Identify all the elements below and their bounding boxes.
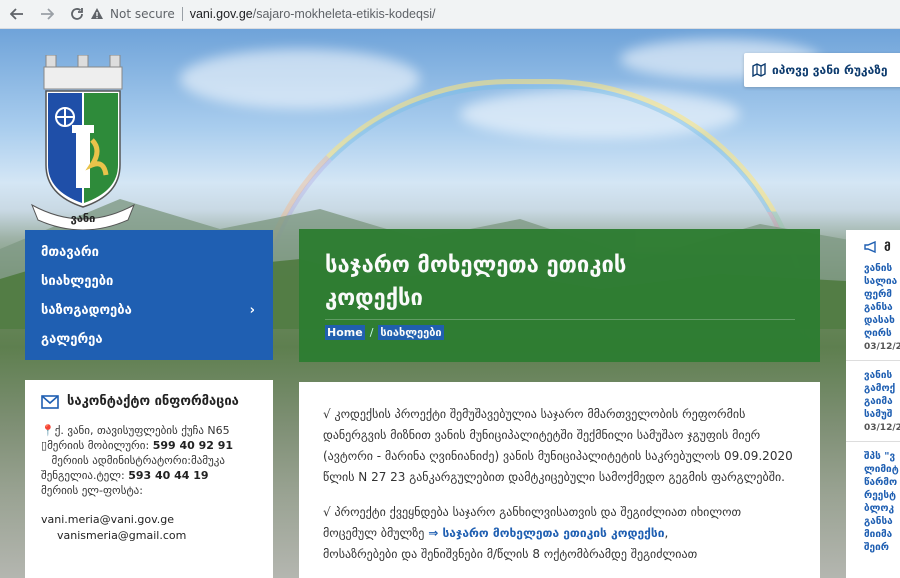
back-arrow-icon[interactable]: [4, 1, 30, 27]
nav-item-gallery[interactable]: გალერეა: [25, 325, 273, 354]
warning-icon: [91, 8, 103, 19]
contact-email-2[interactable]: vanismeria@gmail.com: [41, 528, 257, 544]
logo-town-name: ვანი: [71, 212, 96, 225]
vani-coat-of-arms-logo: ვანი: [31, 55, 135, 230]
article-paragraph-2: √ პროექტი ქვეყნდება საჯარო განხილვისათვი…: [323, 505, 742, 561]
megaphone-icon: [864, 241, 876, 253]
url-path: /sajaro-mokheleta-etikis-kodeqsi/: [252, 7, 436, 21]
news-sidebar: მ ვანის სალია ფერმ განსა დასახ ღირს 03/1…: [846, 230, 900, 578]
url-host: vani.gov.ge: [189, 7, 253, 21]
contact-info-panel: საკონტაქტო ინფორმაცია 📍ქ. ვანი, თავისუფლ…: [25, 380, 273, 578]
article-body: √ კოდექსის პროექტი შემუშავებულია საჯარო …: [299, 382, 820, 578]
find-on-map-button[interactable]: იპოვე ვანი რუკაზე: [744, 53, 900, 87]
contact-heading: საკონტაქტო ინფორმაცია: [41, 394, 257, 409]
page-title: საჯარო მოხელეთა ეთიკის კოდექსი: [325, 253, 627, 311]
nav-item-home[interactable]: მთავარი: [25, 238, 273, 267]
reload-icon[interactable]: [64, 1, 90, 27]
url-text: vani.gov.ge/sajaro-mokheleta-etikis-kode…: [190, 7, 436, 21]
side-navigation: მთავარი სიახლეები საზოგადოება › გალერეა: [25, 230, 273, 360]
nav-item-news[interactable]: სიახლეები: [25, 267, 273, 296]
news-item-title[interactable]: შპს "ვ ლიმიტ წარმო რეესტ ბლოკ განსა მიიმ…: [864, 450, 900, 554]
news-item-title[interactable]: ვანის გამოქ გაიმა სამუშ: [864, 369, 900, 421]
forward-arrow-icon[interactable]: [34, 1, 60, 27]
chevron-right-icon: ›: [249, 303, 255, 318]
nav-item-society[interactable]: საზოგადოება ›: [25, 296, 273, 325]
envelope-icon: [41, 394, 59, 409]
address-bar[interactable]: Not secure vani.gov.ge/sajaro-mokheleta-…: [90, 3, 880, 25]
news-item-title[interactable]: ვანის სალია ფერმ განსა დასახ ღირს: [864, 262, 900, 340]
breadcrumb-home[interactable]: Home: [325, 325, 365, 340]
security-label: Not secure: [110, 7, 175, 21]
breadcrumb-news[interactable]: სიახლეები: [378, 325, 444, 340]
contact-address: 📍ქ. ვანი, თავისუფლების ქუჩა N65: [41, 424, 230, 437]
article-paragraph-1: √ კოდექსის პროექტი შემუშავებულია საჯარო …: [323, 407, 793, 484]
contact-admin: მერიის ადმინისტრატორი:მამუკა შენგელია.ტელ…: [41, 454, 225, 482]
news-heading: მ: [864, 240, 900, 254]
contact-email-label: მერიის ელ-ფოსტა:: [41, 484, 143, 497]
ethics-code-link[interactable]: ⇒ საჯარო მოხელეთა ეთიკის კოდექსი: [428, 526, 664, 540]
browser-toolbar: Not secure vani.gov.ge/sajaro-mokheleta-…: [0, 0, 900, 29]
location-pin-icon: 📍: [41, 424, 55, 437]
news-item-date: 03/12/2: [864, 342, 900, 352]
news-item-date: 03/12/2: [864, 423, 900, 433]
map-icon: [752, 63, 766, 77]
contact-phone: ▯მერიის მობილური: 599 40 92 91: [41, 439, 234, 452]
breadcrumb: Home / სიახლეები: [325, 325, 444, 340]
page-background: ვანი იპოვე ვანი რუკაზე მთავარი სიახლეები…: [0, 29, 900, 578]
find-on-map-label: იპოვე ვანი რუკაზე: [772, 63, 888, 77]
contact-email-1[interactable]: vani.meria@vani.gov.ge: [41, 512, 257, 528]
page-title-banner: საჯარო მოხელეთა ეთიკის კოდექსი Home / სია…: [299, 229, 820, 362]
